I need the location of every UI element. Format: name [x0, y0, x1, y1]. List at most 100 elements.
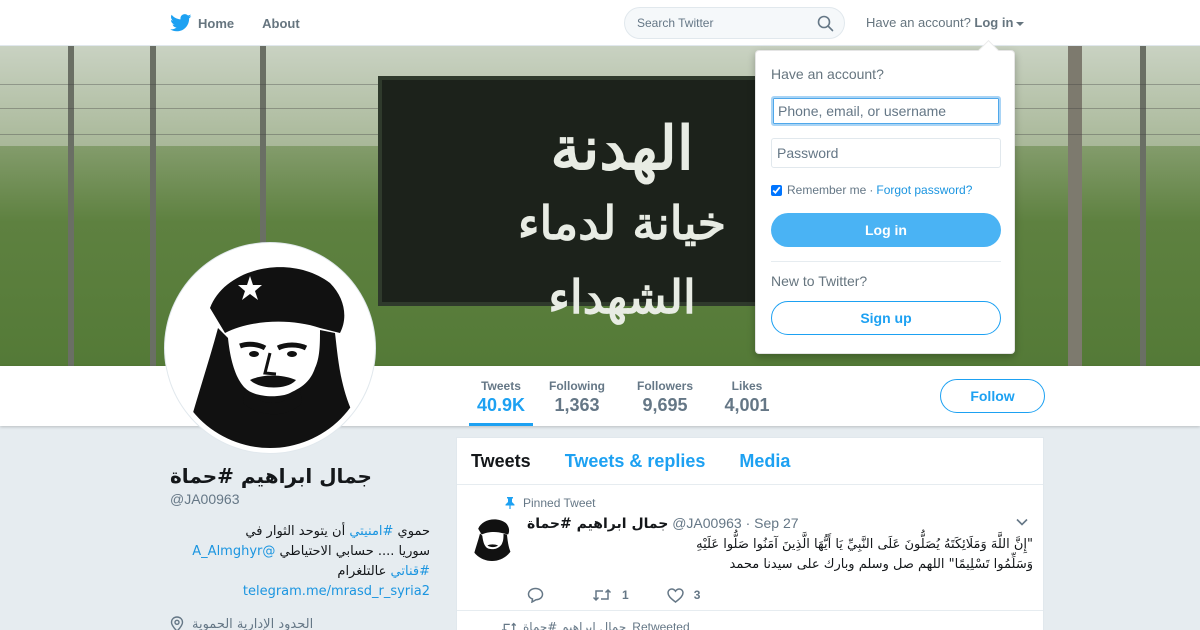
nav-home-label: Home [198, 15, 235, 31]
banner-fence-pole [68, 46, 74, 366]
chevron-down-icon[interactable] [1015, 517, 1029, 527]
bio-line-1: حموي #امنيتي أن يتوحد الثوار في [170, 522, 430, 542]
bio-text: عالتلغرام [337, 564, 391, 579]
username-input[interactable] [771, 96, 1001, 126]
twitter-bird-icon [170, 14, 192, 32]
caret-down-icon[interactable] [1016, 21, 1025, 26]
location-pin-icon [170, 616, 184, 630]
profile-bio: حموي #امنيتي أن يتوحد الثوار في سوريا ..… [170, 522, 430, 602]
bio-text: أن يتوحد الثوار في [245, 524, 350, 539]
stat-followers[interactable]: Followers 9,695 [633, 366, 697, 426]
like-count: 3 [693, 588, 701, 602]
bio-line-3: #قناتي عالتلغرام [170, 562, 430, 582]
remember-separator: · [869, 183, 874, 197]
banner-sign: الهدنة خيانة لدماء الشهداء [378, 76, 798, 324]
bio-mention-link[interactable]: @A_Almghyr [192, 544, 275, 559]
pinned-tweet-label: Pinned Tweet [523, 496, 596, 510]
profile-location: الحدود الإدارية الحموية [170, 616, 313, 630]
login-dropdown-title: Have an account? [771, 66, 884, 82]
stat-likes[interactable]: Likes 4,001 [718, 366, 776, 426]
stat-following[interactable]: Following 1,363 [545, 366, 609, 426]
login-dropdown-toggle[interactable]: Log in [974, 15, 1013, 30]
pin-icon [505, 497, 515, 509]
stat-following-value: 1,363 [554, 395, 600, 415]
stat-following-label: Following [549, 379, 605, 393]
top-navigation: Home About Have an account? Log in [0, 0, 1200, 46]
tweet-text-line: وَسَلِّمُوا تَسْلِيمًا" اللهم صل وسلم وب… [729, 557, 1033, 572]
retweeted-by-name[interactable]: جمال ابراهيم #حماة [523, 620, 626, 630]
profile-avatar[interactable] [165, 243, 375, 453]
stat-tweets[interactable]: Tweets 40.9K [469, 366, 533, 426]
timeline: Tweets Tweets & replies Media Pinned Twe… [456, 437, 1044, 630]
tab-tweets-and-replies[interactable]: Tweets & replies [565, 451, 706, 472]
reply-icon [527, 587, 544, 603]
banner-sign-text: الهدنة خيانة لدماء الشهداء [442, 112, 802, 334]
tweet-author-handle[interactable]: @JA00963 [672, 515, 741, 531]
follow-button[interactable]: Follow [940, 379, 1045, 413]
search-input[interactable] [637, 16, 807, 30]
nav-home[interactable]: Home [170, 14, 234, 32]
bio-hashtag-link[interactable]: #قناتي [391, 564, 430, 579]
retweeted-context: جمال ابراهيم #حماة Retweeted [501, 620, 690, 630]
dropdown-divider [771, 261, 1001, 262]
stat-followers-label: Followers [636, 379, 693, 393]
banner-sign-line1: الهدنة [550, 114, 694, 184]
pinned-tweet-context: Pinned Tweet [505, 496, 596, 510]
profile-name[interactable]: جمال ابراهيم #حماة [170, 464, 372, 488]
search-box[interactable] [624, 7, 845, 39]
tweet-avatar[interactable] [469, 515, 515, 561]
retweet-button[interactable]: 1 [592, 588, 629, 602]
bio-text: سوريا .... حسابي الاحتياطي [275, 544, 431, 559]
stat-followers-value: 9,695 [642, 395, 688, 415]
password-input[interactable] [771, 138, 1001, 168]
pinned-tweet[interactable]: Pinned Tweet جمال ابراهيم #حماة @JA00963… [457, 485, 1043, 611]
bio-text: حموي [393, 524, 430, 539]
heart-icon [666, 587, 684, 603]
stat-tweets-label: Tweets [481, 379, 521, 393]
tweet-text: "إِنَّ اللَّهَ وَمَلَائِكَتَهُ يُصَلُّون… [527, 535, 1033, 575]
tweet-avatar-image [469, 515, 515, 561]
nav-about-label: About [262, 15, 300, 31]
timeline-tabs: Tweets Tweets & replies Media [457, 438, 1043, 485]
like-button[interactable]: 3 [666, 587, 701, 603]
tweet-actions: 1 3 [527, 587, 738, 603]
profile-handle[interactable]: @JA00963 [170, 491, 239, 507]
tab-media[interactable]: Media [739, 451, 790, 472]
nav-left: Home About [170, 0, 328, 46]
bio-line-2: سوريا .... حسابي الاحتياطي @A_Almghyr [170, 542, 430, 562]
remember-row: Remember me · Forgot password? [771, 183, 972, 197]
tweet-text-line: "إِنَّ اللَّهَ وَمَلَائِكَتَهُ يُصَلُّون… [696, 537, 1033, 552]
tab-tweets[interactable]: Tweets [471, 451, 531, 472]
bio-hashtag-link[interactable]: #امنيتي [349, 524, 393, 539]
new-to-twitter-text: New to Twitter? [771, 273, 868, 289]
stat-likes-value: 4,001 [724, 395, 770, 415]
tweet-author-name[interactable]: جمال ابراهيم #حماة [527, 516, 668, 532]
banner-sign-line2: خيانة لدماء الشهداء [517, 196, 727, 324]
signup-button[interactable]: Sign up [771, 301, 1001, 335]
stat-tweets-value: 40.9K [476, 395, 526, 415]
bio-url-link[interactable]: telegram.me/mrasd_r_syria2 [243, 584, 430, 599]
remember-me-checkbox[interactable] [771, 184, 782, 196]
nav-about[interactable]: About [262, 16, 300, 31]
have-account-text: Have an account? [866, 15, 971, 30]
tweet-date[interactable]: Sep 27 [754, 515, 798, 531]
remember-me-label[interactable]: Remember me [787, 183, 866, 197]
retweet-count: 1 [622, 588, 629, 602]
retweeted-label: Retweeted [632, 620, 690, 630]
banner-fence-pole [1068, 46, 1082, 366]
retweet-icon [592, 588, 612, 602]
forgot-password-link[interactable]: Forgot password? [876, 183, 972, 197]
tweet-header: جمال ابراهيم #حماة @JA00963 · Sep 27 [527, 515, 799, 532]
location-text: الحدود الإدارية الحموية [192, 616, 314, 630]
avatar-portrait-image [170, 248, 370, 448]
stat-likes-label: Likes [731, 379, 763, 393]
search-icon[interactable] [817, 15, 834, 32]
banner-fence-pole [1140, 46, 1146, 366]
bio-line-4: telegram.me/mrasd_r_syria2 [170, 582, 430, 602]
login-button[interactable]: Log in [771, 213, 1001, 247]
have-account: Have an account? Log in [866, 15, 1025, 30]
retweet-small-icon [501, 622, 517, 630]
reply-button[interactable] [527, 587, 554, 603]
login-dropdown: Have an account? Remember me · Forgot pa… [755, 50, 1015, 354]
tweet-separator: · [745, 515, 751, 531]
